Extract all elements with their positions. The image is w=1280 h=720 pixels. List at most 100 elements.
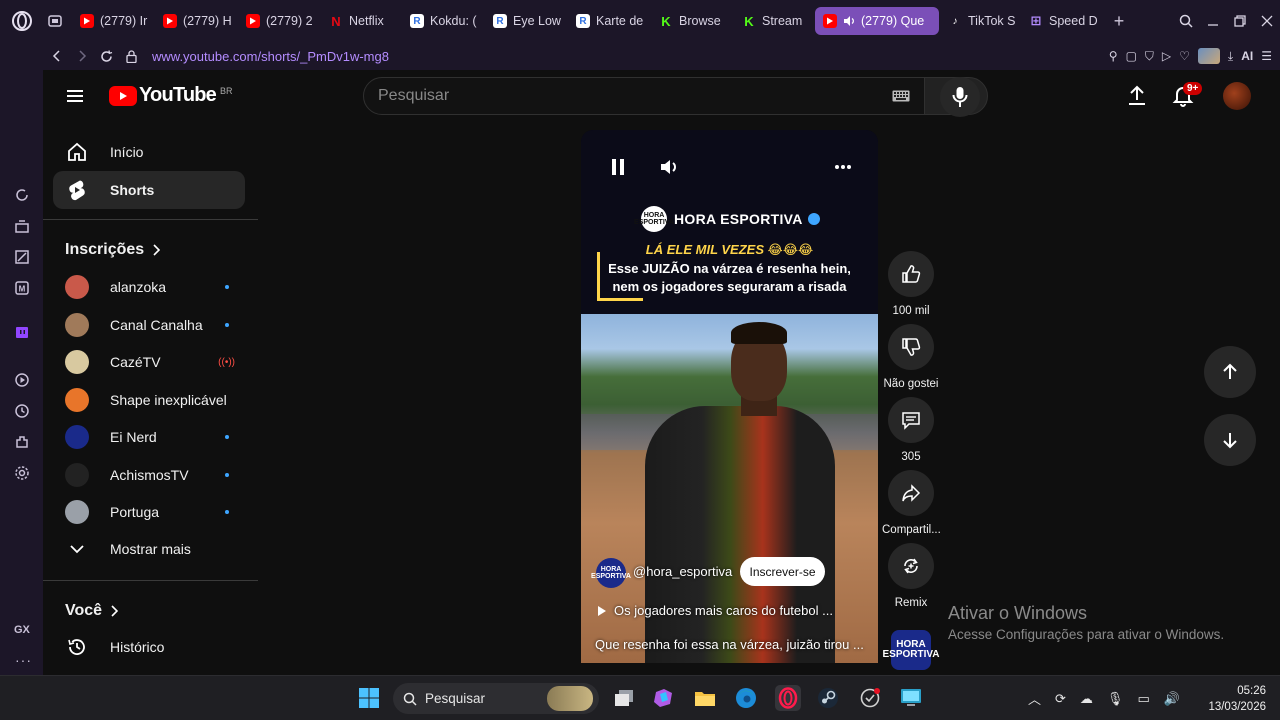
shield-icon[interactable]: ⛉ — [1145, 49, 1154, 64]
channel-avatar[interactable]: HORA ESPORTIVA — [591, 558, 631, 588]
browser-tab[interactable]: (2779) Que — [815, 7, 939, 35]
opera-gx-taskbar-icon[interactable] — [775, 685, 801, 711]
steam-icon[interactable] — [815, 685, 841, 711]
volume-icon[interactable] — [658, 156, 680, 178]
pc-app-icon[interactable] — [898, 685, 924, 711]
gx-corner-icon[interactable]: GX — [14, 624, 30, 636]
menu-icon[interactable]: ☰ — [1261, 49, 1272, 63]
search-input[interactable] — [378, 87, 818, 105]
player-icon[interactable] — [12, 370, 32, 390]
subscribe-button[interactable]: Inscrever-se — [740, 557, 825, 586]
minimize-icon[interactable] — [1199, 0, 1226, 42]
heart-icon[interactable]: ♡ — [1179, 49, 1190, 63]
previous-short-button[interactable] — [1204, 346, 1256, 398]
share-button[interactable] — [888, 470, 934, 516]
volume-tray-icon[interactable]: 🔊 — [1164, 691, 1180, 707]
short-title[interactable]: Que resenha foi essa na várzea, juizão t… — [595, 637, 864, 652]
show-hidden-icons-chevron-icon[interactable]: ︿ — [1028, 689, 1041, 708]
browser-tab[interactable]: (2779) Ir — [72, 7, 154, 35]
browser-tab[interactable]: R Kokdu: ( — [402, 7, 484, 35]
task-view-icon[interactable] — [611, 685, 637, 711]
voice-search-button[interactable] — [940, 77, 980, 117]
history-clock-icon[interactable] — [12, 401, 32, 421]
clock[interactable]: 05:26 13/03/2026 — [1208, 683, 1266, 715]
subscription-item[interactable]: alanzoka — [53, 268, 245, 306]
sidebar-item-home[interactable]: Início — [53, 133, 245, 171]
subscription-item[interactable]: Shape inexplicável — [53, 381, 245, 419]
subscription-item[interactable]: AchismosTV — [53, 456, 245, 494]
back-icon[interactable] — [44, 42, 69, 70]
play-icon[interactable]: ▷ — [1162, 49, 1171, 63]
search-tabs-icon[interactable] — [1172, 0, 1199, 42]
sidebar-item-shorts[interactable]: Shorts — [53, 171, 245, 209]
like-button[interactable] — [888, 251, 934, 297]
taskbar-search[interactable]: Pesquisar — [393, 683, 599, 714]
playlist-link[interactable]: Os jogadores mais caros do futebol ... — [597, 603, 833, 618]
browser-tab[interactable]: ♪ TikTok S — [940, 7, 1020, 35]
forward-icon[interactable] — [69, 42, 94, 70]
refresh-sidebar-icon[interactable] — [12, 185, 32, 205]
comments-button[interactable] — [888, 397, 934, 443]
account-avatar[interactable] — [1223, 82, 1251, 110]
browser-tab[interactable]: R Eye Low — [485, 7, 567, 35]
opera-gx-logo-icon[interactable] — [0, 0, 44, 42]
app-with-badge-icon[interactable] — [857, 685, 883, 711]
file-explorer-icon[interactable] — [692, 685, 718, 711]
scroll-up-arrow-icon[interactable]: ▲ — [257, 122, 258, 133]
windows-start-icon[interactable] — [356, 685, 382, 711]
subscription-item[interactable]: CazéTV ((•)) — [53, 343, 245, 381]
subscription-item[interactable]: Portuga — [53, 493, 245, 531]
restore-icon[interactable] — [1226, 0, 1253, 42]
subscription-item[interactable]: Ei Nerd — [53, 418, 245, 456]
more-options-icon[interactable] — [832, 156, 854, 178]
subscriptions-heading[interactable]: Inscrições — [65, 241, 161, 259]
sound-source-thumbnail[interactable]: HORA ESPORTIVA — [882, 630, 940, 670]
hamburger-menu-icon[interactable] — [63, 84, 87, 108]
onedrive-cloud-icon[interactable]: ☁ — [1080, 691, 1093, 707]
close-window-icon[interactable] — [1253, 0, 1280, 42]
new-tab-button[interactable]: + — [1105, 11, 1133, 32]
channel-handle[interactable]: @hora_esportiva — [633, 564, 732, 579]
twitch-icon[interactable] — [12, 323, 32, 343]
browser-tab[interactable]: K Browse — [651, 7, 733, 35]
search-box[interactable] — [363, 77, 925, 115]
url-text[interactable]: www.youtube.com/shorts/_PmDv1w-mg8 — [152, 49, 389, 64]
settings-gear-icon[interactable] — [12, 463, 32, 483]
browser-tab[interactable]: K Stream — [734, 7, 814, 35]
news-icon[interactable] — [12, 247, 32, 267]
extensions-icon[interactable] — [12, 432, 32, 452]
browser-tab[interactable]: N Netflix — [321, 7, 401, 35]
snapshot-icon[interactable]: ▢ — [1126, 49, 1137, 63]
profile-thumb-icon[interactable] — [1197, 48, 1220, 64]
dislike-button[interactable] — [888, 324, 934, 370]
browser-tab[interactable]: ⊞ Speed D — [1021, 7, 1105, 35]
messenger-icon[interactable]: M — [12, 278, 32, 298]
edge-icon[interactable] — [733, 685, 759, 711]
lock-icon[interactable] — [119, 42, 144, 70]
scroll-down-arrow-icon[interactable]: ▼ — [257, 662, 258, 673]
shorts-player[interactable]: HORA ESPORTIVA HORA ESPORTIVA LÁ ELE MIL… — [581, 130, 878, 663]
reload-icon[interactable] — [94, 42, 119, 70]
aria-ai-button[interactable]: AI — [1241, 49, 1253, 63]
remix-button[interactable] — [888, 543, 934, 589]
microsoft-365-icon[interactable] — [650, 685, 676, 711]
browser-tab[interactable]: (2779) H — [155, 7, 237, 35]
youtube-logo[interactable]: YouTube BR — [109, 84, 233, 107]
network-icon[interactable]: ▭ — [1137, 691, 1149, 707]
upload-button[interactable] — [1125, 83, 1149, 107]
pause-icon[interactable] — [607, 156, 629, 178]
browser-tab[interactable]: R Karte de — [568, 7, 650, 35]
next-short-button[interactable] — [1204, 414, 1256, 466]
sync-icon[interactable]: ⟳ — [1055, 691, 1066, 707]
show-more-button[interactable]: Mostrar mais — [53, 530, 245, 568]
more-dots-icon[interactable]: ··· — [15, 652, 32, 668]
pin-icon[interactable]: ⚲ — [1109, 49, 1118, 63]
keyboard-icon[interactable] — [892, 90, 910, 102]
subscription-item[interactable]: Canal Canalha — [53, 306, 245, 344]
sidebar-item-history[interactable]: Histórico — [53, 628, 245, 666]
bag-icon[interactable] — [12, 216, 32, 236]
browser-tab[interactable]: (2779) 2 — [238, 7, 320, 35]
tab-list-icon[interactable] — [44, 0, 66, 42]
you-heading[interactable]: Você — [65, 602, 119, 620]
microphone-tray-icon[interactable]: 🎙 — [1107, 691, 1124, 707]
